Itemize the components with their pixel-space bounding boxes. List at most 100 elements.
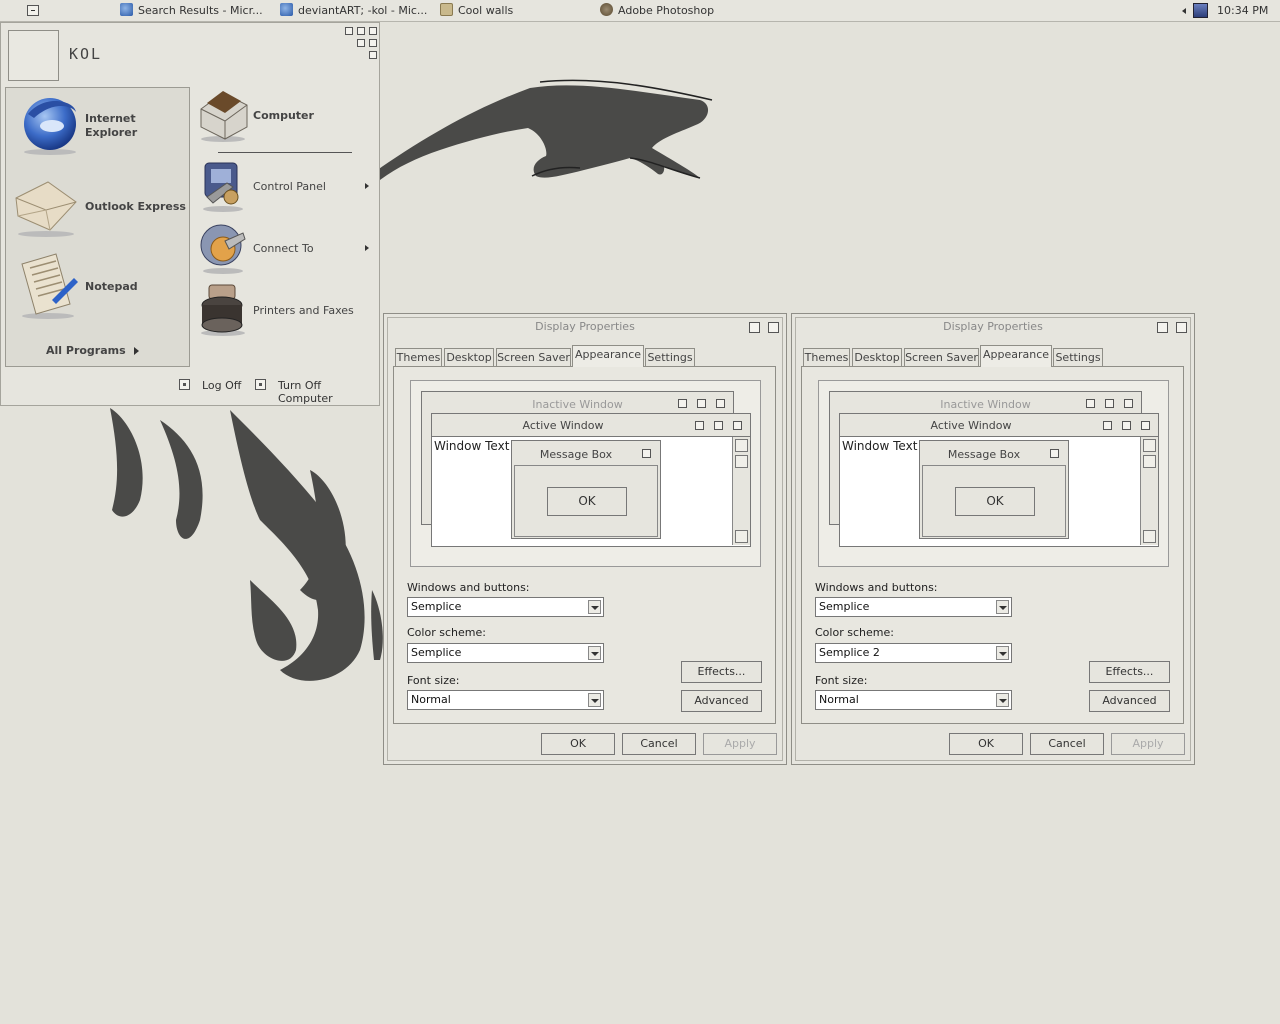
system-tray: 10:34 PM: [1175, 0, 1280, 22]
preview-active-window: Active Window Window Text Message Box OK: [431, 413, 751, 547]
color-scheme-value: Semplice: [411, 646, 462, 659]
user-avatar[interactable]: [8, 30, 59, 81]
menu-item-label: Connect To: [253, 242, 314, 255]
tray-clock[interactable]: 10:34 PM: [1217, 0, 1268, 22]
pinned-item-internet-explorer[interactable]: Internet Explorer: [6, 88, 189, 166]
window-text-sample: Window Text: [434, 439, 510, 453]
start-menu: KOL Internet Explorer Outlook Express No…: [0, 22, 380, 406]
folder-icon: [440, 3, 453, 16]
menu-item-label: Control Panel: [253, 180, 326, 193]
ok-button[interactable]: OK: [949, 733, 1023, 755]
apply-button[interactable]: Apply: [703, 733, 777, 755]
color-scheme-label: Color scheme:: [407, 626, 486, 639]
window-button-icon: [1141, 421, 1150, 430]
all-programs-button[interactable]: All Programs: [36, 342, 156, 360]
window-button-icon: [733, 421, 742, 430]
help-button[interactable]: [1157, 322, 1168, 333]
tab-themes[interactable]: Themes: [803, 348, 850, 366]
ok-button[interactable]: OK: [541, 733, 615, 755]
taskbar-item-deviantart[interactable]: deviantART; -kol - Mic...: [280, 0, 428, 22]
taskbar-item-search-results[interactable]: Search Results - Micr...: [120, 0, 268, 22]
turn-off-computer-button[interactable]: Turn Off Computer: [255, 378, 375, 405]
advanced-button[interactable]: Advanced: [681, 690, 762, 712]
tab-desktop[interactable]: Desktop: [852, 348, 902, 366]
cancel-button[interactable]: Cancel: [622, 733, 696, 755]
start-button[interactable]: [27, 5, 39, 16]
font-size-select[interactable]: Normal: [815, 690, 1012, 710]
color-scheme-select[interactable]: Semplice 2: [815, 643, 1012, 663]
cancel-button[interactable]: Cancel: [1030, 733, 1104, 755]
wallpaper-splash-5: [250, 580, 297, 661]
dropdown-arrow-icon: [996, 646, 1009, 660]
close-button[interactable]: [768, 322, 779, 333]
control-panel-icon: [203, 162, 243, 212]
log-off-button[interactable]: Log Off: [179, 378, 249, 394]
wallpaper-splash-6: [371, 590, 383, 660]
advanced-button[interactable]: Advanced: [1089, 690, 1170, 712]
window-button-icon: [1050, 449, 1059, 458]
internet-explorer-icon: [120, 3, 133, 16]
windows-buttons-select[interactable]: Semplice: [815, 597, 1012, 617]
tab-themes[interactable]: Themes: [395, 348, 442, 366]
windows-buttons-value: Semplice: [819, 600, 870, 613]
envelope-icon: [15, 181, 77, 237]
network-icon[interactable]: [1193, 3, 1208, 18]
taskbar-item-cool-walls[interactable]: Cool walls: [440, 0, 580, 22]
pinned-item-label: Notepad: [85, 280, 138, 293]
color-scheme-select[interactable]: Semplice: [407, 643, 604, 663]
windows-buttons-select[interactable]: Semplice: [407, 597, 604, 617]
scroll-up-icon: [1143, 439, 1156, 452]
tab-appearance[interactable]: Appearance: [572, 345, 644, 367]
tab-appearance[interactable]: Appearance: [980, 345, 1052, 367]
dropdown-arrow-icon: [588, 646, 601, 660]
menu-item-printers-faxes[interactable]: Printers and Faxes: [193, 281, 373, 339]
tab-settings[interactable]: Settings: [1053, 348, 1103, 366]
pinned-item-label: Explorer: [85, 126, 138, 139]
arrow-right-icon: [365, 245, 369, 251]
arrow-right-icon: [134, 347, 139, 355]
message-box-body: OK: [922, 465, 1066, 537]
message-box-title: Message Box: [947, 448, 1021, 461]
window-square-icon: [357, 39, 365, 47]
appearance-preview: Inactive Window Active Window Window Tex…: [410, 380, 761, 567]
connect-icon: [200, 224, 246, 274]
font-size-label: Font size:: [815, 674, 868, 687]
preview-ok-button: OK: [547, 487, 627, 516]
window-square-icon: [369, 39, 377, 47]
font-size-label: Font size:: [407, 674, 460, 687]
preview-scrollbar: [732, 437, 750, 545]
menu-item-connect-to[interactable]: Connect To: [193, 219, 373, 277]
menu-item-control-panel[interactable]: Control Panel: [193, 157, 373, 215]
pinned-item-label: Internet: [85, 112, 136, 125]
window-button-icon: [642, 449, 651, 458]
scroll-down-icon: [1143, 530, 1156, 543]
window-square-icon: [345, 27, 353, 35]
pinned-item-outlook-express[interactable]: Outlook Express: [6, 168, 189, 244]
tab-settings[interactable]: Settings: [645, 348, 695, 366]
tab-screen-saver[interactable]: Screen Saver: [904, 348, 979, 366]
window-text-sample: Window Text: [842, 439, 918, 453]
effects-button[interactable]: Effects...: [1089, 661, 1170, 683]
photoshop-icon: [600, 3, 613, 16]
preview-message-box: Message Box OK: [511, 440, 661, 539]
taskbar-item-photoshop[interactable]: Adobe Photoshop: [600, 0, 760, 22]
message-box-title: Message Box: [539, 448, 613, 461]
all-programs-label: All Programs: [46, 344, 126, 357]
taskbar: Search Results - Micr... deviantART; -ko…: [0, 0, 1280, 22]
tab-desktop[interactable]: Desktop: [444, 348, 494, 366]
window-button-icon: [695, 421, 704, 430]
user-name: KOL: [69, 45, 103, 63]
apply-button[interactable]: Apply: [1111, 733, 1185, 755]
tab-screen-saver[interactable]: Screen Saver: [496, 348, 571, 366]
pinned-programs-panel: Internet Explorer Outlook Express Notepa…: [5, 87, 190, 367]
log-off-label: Log Off: [202, 379, 242, 392]
tray-expand-icon[interactable]: [1182, 8, 1186, 14]
effects-button[interactable]: Effects...: [681, 661, 762, 683]
help-button[interactable]: [749, 322, 760, 333]
pinned-item-notepad[interactable]: Notepad: [6, 248, 189, 324]
menu-item-computer[interactable]: Computer: [193, 87, 373, 143]
font-size-select[interactable]: Normal: [407, 690, 604, 710]
close-button[interactable]: [1176, 322, 1187, 333]
dropdown-arrow-icon: [996, 600, 1009, 614]
window-square-icon: [357, 27, 365, 35]
